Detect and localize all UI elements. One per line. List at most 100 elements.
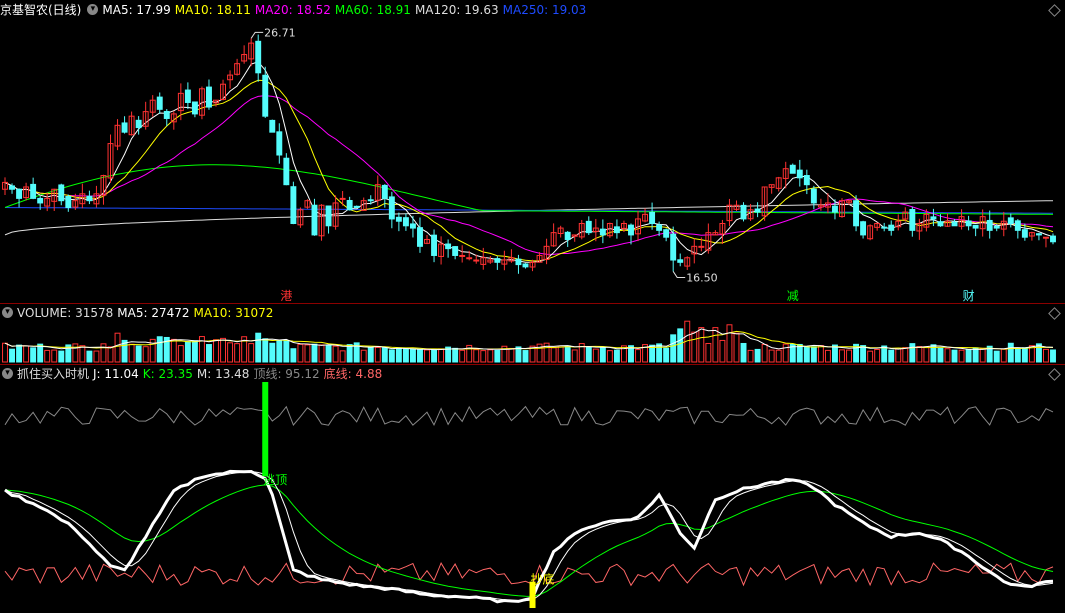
- volume-bar: [44, 349, 51, 363]
- candle-body: [269, 119, 276, 133]
- candle-body: [1043, 236, 1049, 239]
- volume-bar: [297, 343, 304, 363]
- volume-bar: [824, 349, 831, 363]
- candle-body: [452, 246, 459, 256]
- volume-bar: [592, 348, 599, 363]
- volume-bar: [606, 350, 613, 363]
- candle-body: [402, 217, 409, 227]
- stock-name: 京基智农(日线): [0, 3, 82, 17]
- indicator-title: 抓住买入时机: [17, 367, 90, 381]
- ma-legend-item-1: MA10: 18.11: [174, 3, 251, 17]
- volume-bar: [459, 349, 466, 363]
- panel-separator: [0, 303, 1065, 304]
- volume-bar: [142, 346, 149, 363]
- volume-bar: [951, 349, 958, 363]
- candle-body: [951, 221, 958, 227]
- volume-bar: [733, 332, 740, 363]
- ma-legend-item-4: MA120: 19.63: [414, 3, 499, 17]
- volume-bar: [747, 349, 754, 363]
- candle-body: [1050, 235, 1056, 243]
- volume-bar: [839, 349, 845, 363]
- volume-bar: [803, 346, 810, 363]
- volume-bar: [599, 346, 606, 363]
- volume-bar: [1014, 347, 1021, 363]
- volume-bar: [860, 345, 867, 363]
- volume-title: VOLUME: 31578: [17, 306, 114, 320]
- dropdown-icon[interactable]: ▾: [2, 368, 13, 379]
- candle-body: [810, 188, 817, 204]
- volume-bar: [438, 348, 445, 363]
- candle-body: [417, 227, 423, 247]
- volume-bar: [191, 340, 198, 363]
- volume-bar: [1007, 342, 1014, 363]
- volume-bar: [290, 348, 297, 363]
- candle-body: [965, 220, 972, 227]
- dropdown-icon[interactable]: ▾: [2, 307, 13, 318]
- volume-legend-item-0: MA5: 27472: [117, 306, 190, 320]
- volume-bar: [417, 349, 423, 363]
- volume-bar: [550, 347, 557, 363]
- volume-bar: [487, 349, 494, 363]
- ma120-line: [4, 200, 1054, 236]
- volume-bar: [712, 327, 719, 363]
- candle-body: [1014, 220, 1021, 231]
- volume-bar: [965, 349, 972, 363]
- volume-bar: [480, 350, 487, 363]
- volume-bar: [635, 349, 641, 363]
- candle-body: [58, 184, 65, 202]
- ma60-line: [4, 164, 1054, 215]
- candle-body: [656, 224, 663, 231]
- volume-bar: [846, 349, 852, 363]
- volume-bar: [220, 337, 227, 363]
- volume-bar: [909, 343, 916, 363]
- volume-bar: [719, 339, 726, 363]
- volume-bar: [2, 342, 8, 363]
- volume-bar: [262, 338, 269, 363]
- volume-bar: [867, 350, 874, 363]
- candle-body: [65, 196, 72, 209]
- volume-bar: [452, 347, 459, 363]
- candle-body: [445, 243, 452, 250]
- volume-bar: [374, 346, 381, 363]
- ma-legend-item-2: MA20: 18.52: [254, 3, 331, 17]
- indicator-legend-item-1: K: 23.35: [142, 367, 193, 381]
- volume-bar: [1021, 347, 1028, 363]
- ma20-line: [4, 95, 1054, 255]
- candle-body: [339, 197, 346, 200]
- volume-bar: [318, 344, 325, 363]
- volume-bar: [916, 346, 923, 363]
- volume-bar: [663, 347, 670, 363]
- top-line: [4, 405, 1054, 427]
- candle-body: [37, 197, 44, 204]
- candle-body: [888, 224, 895, 231]
- volume-bar: [979, 348, 986, 363]
- candle-body: [367, 199, 374, 202]
- volume-bar: [100, 343, 107, 363]
- volume-bar: [311, 343, 318, 363]
- candle-body: [283, 157, 290, 186]
- candle-body: [860, 221, 867, 236]
- volume-bar: [585, 346, 592, 363]
- candle-body: [853, 200, 860, 227]
- volume-bar: [993, 350, 1000, 363]
- volume-bar: [494, 349, 501, 363]
- volume-bar: [86, 350, 93, 363]
- volume-bar: [395, 347, 402, 363]
- volume-bar: [107, 346, 114, 363]
- volume-bar: [754, 348, 761, 363]
- candle-body: [290, 186, 297, 224]
- candle-body: [276, 131, 283, 156]
- volume-bar: [332, 345, 339, 363]
- high-marker-line: [250, 31, 264, 39]
- dropdown-icon[interactable]: ▾: [87, 4, 99, 15]
- volume-bar: [227, 342, 234, 363]
- candle-body: [311, 204, 318, 236]
- volume-bar: [276, 340, 283, 363]
- candle-body: [881, 226, 888, 229]
- k-line: [4, 484, 1054, 598]
- volume-bar: [810, 346, 817, 363]
- volume-bar: [184, 341, 191, 363]
- candle-body: [16, 188, 23, 199]
- candle-body: [163, 110, 170, 119]
- event-marker: 港: [280, 289, 292, 303]
